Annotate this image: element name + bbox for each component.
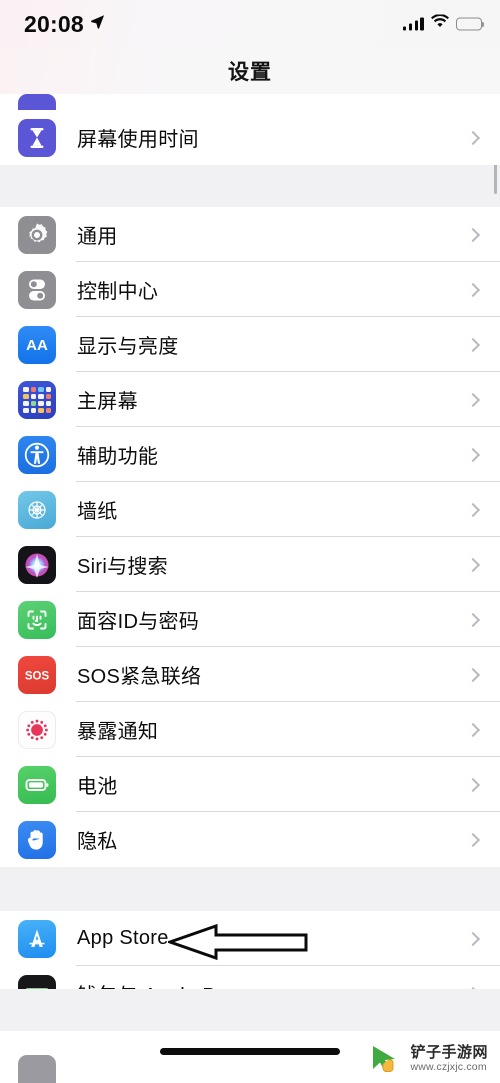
chevron-right-icon <box>465 447 481 462</box>
navigation-bar: 设置 <box>0 48 500 94</box>
chevron-right-icon <box>465 392 481 407</box>
status-bar-right <box>402 13 485 34</box>
sidebar-item-battery[interactable]: 电池 <box>0 757 500 812</box>
sidebar-item-emergency-sos[interactable]: SOS SOS紧急联络 <box>0 647 500 702</box>
list-item-label: 隐私 <box>77 831 118 853</box>
sidebar-item-accessibility[interactable]: 辅助功能 <box>0 427 500 482</box>
status-bar-left: 20:08 <box>24 10 105 37</box>
list-item-partial-top[interactable] <box>0 94 500 110</box>
focus-icon <box>18 94 56 110</box>
location-arrow-icon <box>90 14 105 34</box>
svg-text:SOS: SOS <box>25 670 50 682</box>
sidebar-item-screen-time[interactable]: 屏幕使用时间 <box>0 110 500 165</box>
exposure-notification-icon <box>18 710 56 749</box>
cursor-logo-icon <box>370 1044 404 1074</box>
chevron-right-icon <box>465 777 481 792</box>
sidebar-item-wallpaper[interactable]: 墙纸 <box>0 482 500 537</box>
wallpaper-icon <box>18 490 56 529</box>
sidebar-item-face-id-passcode[interactable]: 面容ID与密码 <box>0 592 500 647</box>
settings-group-system: 通用 控制中心 AA 显示与亮度 主屏幕 辅助功能 墙纸 Siri与搜索 面容I… <box>0 207 500 867</box>
list-item-label: 暴露通知 <box>77 721 159 743</box>
cellular-signal-icon <box>402 17 424 31</box>
list-item-label: 面容ID与密码 <box>77 611 200 633</box>
settings-list[interactable]: 屏幕使用时间 通用 控制中心 AA 显示与亮度 主屏幕 辅助功能 墙纸 Siri… <box>0 94 500 1083</box>
settings-group-partial-top <box>0 94 500 110</box>
face-id-icon <box>18 600 56 639</box>
chevron-right-icon <box>465 612 481 627</box>
list-item-label: SOS紧急联络 <box>77 666 202 688</box>
sidebar-item-home-screen[interactable]: 主屏幕 <box>0 372 500 427</box>
chevron-right-icon <box>465 931 481 946</box>
bottom-zone: 铲子手游网 www.czjxjc.com <box>0 989 500 1083</box>
app-store-icon <box>18 919 56 958</box>
chevron-right-icon <box>465 282 481 297</box>
display-brightness-icon: AA <box>18 325 56 364</box>
chevron-right-icon <box>465 667 481 682</box>
chevron-right-icon <box>465 832 481 847</box>
sidebar-item-display-brightness[interactable]: AA 显示与亮度 <box>0 317 500 372</box>
iphone-settings-screen: 20:08 设置 屏幕使用时间 通用 控制中心 AA 显示与亮度 主屏幕 辅助功… <box>0 0 500 1083</box>
chevron-right-icon <box>465 502 481 517</box>
accessibility-icon <box>18 435 56 474</box>
settings-group-screen-time: 屏幕使用时间 <box>0 110 500 165</box>
chevron-right-icon <box>465 722 481 737</box>
section-gap <box>0 165 500 207</box>
list-item-label: 主屏幕 <box>77 391 138 413</box>
chevron-right-icon <box>465 337 481 352</box>
status-bar: 20:08 <box>0 0 500 48</box>
sidebar-item-exposure-notifications[interactable]: 暴露通知 <box>0 702 500 757</box>
svg-text:AA: AA <box>26 337 48 354</box>
list-item-label: 控制中心 <box>77 281 159 303</box>
home-indicator-bar[interactable] <box>160 1048 340 1055</box>
watermark-text: 铲子手游网 www.czjxjc.com <box>410 1043 488 1074</box>
list-item-label: 辅助功能 <box>77 446 159 468</box>
list-item-label: 通用 <box>77 226 118 248</box>
screen-time-icon <box>18 118 56 157</box>
sidebar-item-app-store[interactable]: App Store <box>0 911 500 966</box>
home-screen-icon <box>18 380 56 419</box>
list-item-label: 屏幕使用时间 <box>77 129 199 151</box>
battery-settings-icon <box>18 765 56 804</box>
list-item-label: 墙纸 <box>77 501 118 523</box>
list-item-label: 显示与亮度 <box>77 336 179 358</box>
watermark-title: 铲子手游网 <box>410 1043 488 1061</box>
privacy-hand-icon <box>18 820 56 859</box>
chevron-right-icon <box>465 227 481 242</box>
sidebar-item-privacy[interactable]: 隐私 <box>0 812 500 867</box>
page-title: 设置 <box>228 61 272 84</box>
wifi-icon <box>431 13 449 34</box>
watermark: 铲子手游网 www.czjxjc.com <box>358 1038 494 1079</box>
list-item-label: Siri与搜索 <box>77 556 168 578</box>
siri-icon <box>18 545 56 584</box>
sidebar-item-control-center[interactable]: 控制中心 <box>0 262 500 317</box>
chevron-right-icon <box>465 130 481 145</box>
watermark-url: www.czjxjc.com <box>410 1060 487 1073</box>
section-gap <box>0 867 500 911</box>
general-gear-icon <box>18 215 56 254</box>
emergency-sos-icon: SOS <box>18 655 56 694</box>
status-bar-clock: 20:08 <box>24 10 84 37</box>
battery-icon <box>456 17 485 31</box>
sidebar-item-siri-search[interactable]: Siri与搜索 <box>0 537 500 592</box>
partial-gray-icon <box>18 1055 56 1083</box>
control-center-icon <box>18 270 56 309</box>
chevron-right-icon <box>465 557 481 572</box>
list-item-label: 电池 <box>77 776 118 798</box>
sidebar-item-general[interactable]: 通用 <box>0 207 500 262</box>
list-item-label: App Store <box>77 927 169 949</box>
